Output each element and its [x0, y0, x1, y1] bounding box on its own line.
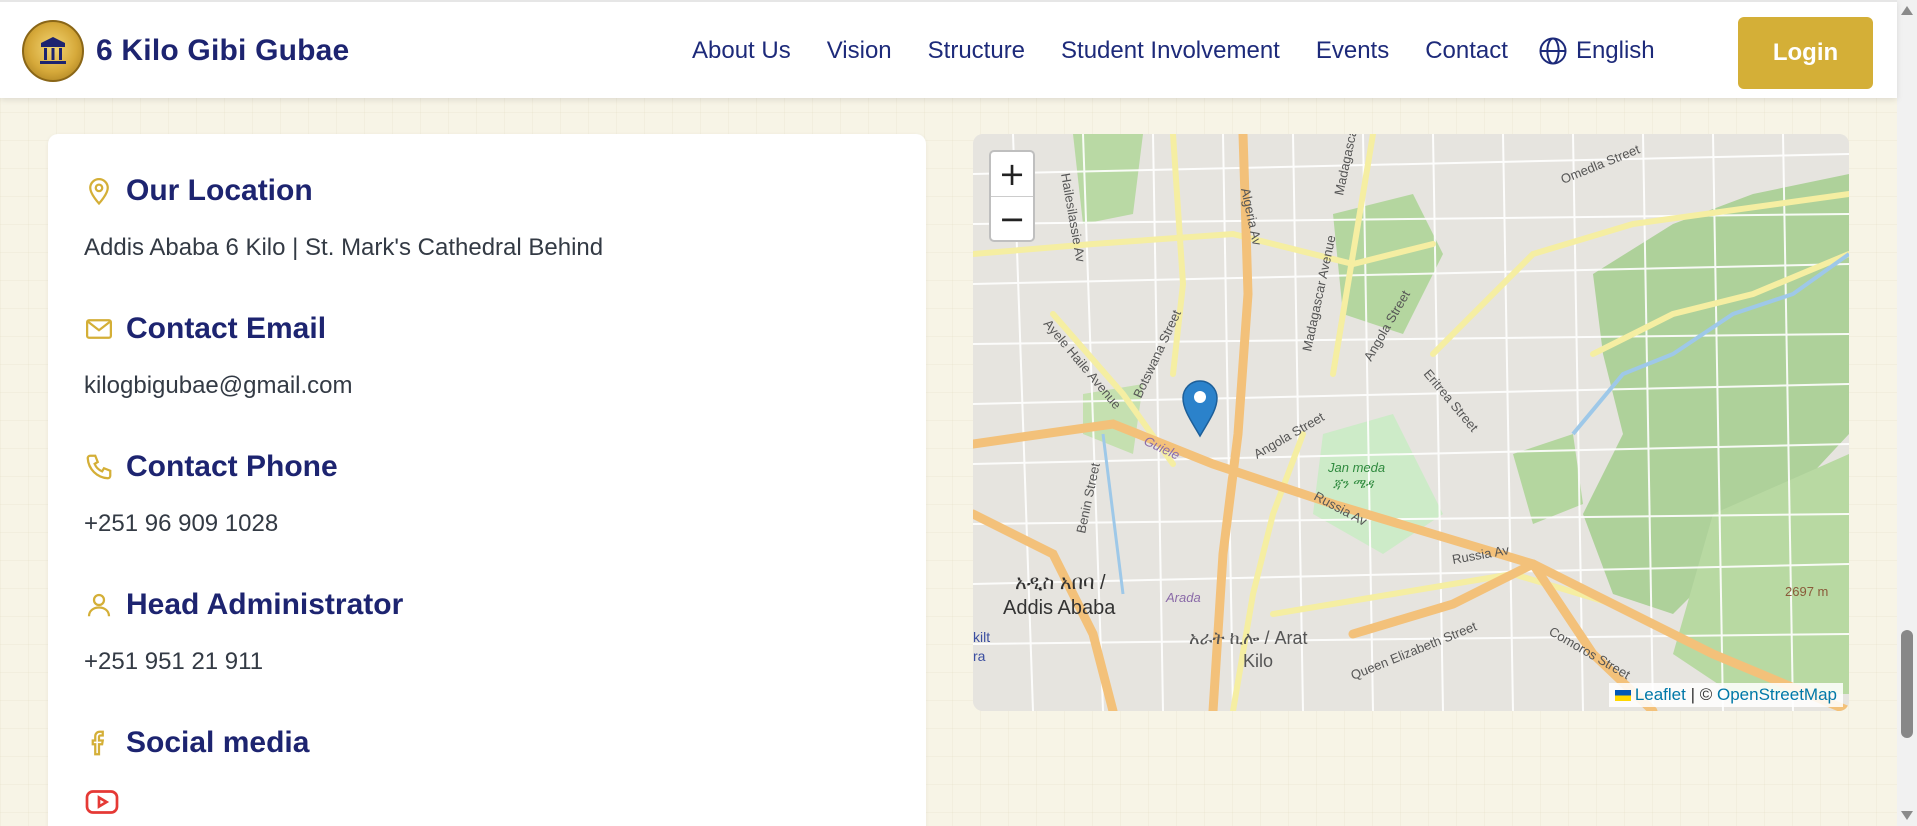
email-section: Contact Email kilogbigubae@gmail.com: [84, 312, 353, 400]
user-icon: [84, 590, 114, 620]
nav-contact[interactable]: Contact: [1425, 37, 1508, 65]
gubae-emblem-icon: [22, 20, 84, 82]
map-label: Kilo: [1243, 651, 1273, 671]
scroll-down-arrow-icon[interactable]: [1901, 811, 1913, 820]
map-pin-icon: [84, 176, 114, 206]
brand[interactable]: 6 Kilo Gibi Gubae: [22, 20, 349, 82]
map-label: ጃን ሜዳ: [1333, 476, 1375, 491]
nav-vision[interactable]: Vision: [827, 37, 892, 65]
social-title: Social media: [126, 726, 310, 759]
map-label: Jan meda: [1327, 460, 1385, 475]
ukraine-flag-icon: [1614, 690, 1631, 702]
phone-text[interactable]: +251 96 909 1028: [84, 510, 338, 538]
social-section: Social media: [84, 726, 309, 825]
location-title: Our Location: [126, 174, 313, 207]
phone-icon: [84, 452, 114, 482]
facebook-icon: [84, 728, 114, 758]
phone-title: Contact Phone: [126, 450, 338, 483]
openstreetmap-link[interactable]: OpenStreetMap: [1717, 685, 1837, 704]
language-label: English: [1575, 37, 1655, 64]
email-title: Contact Email: [126, 312, 327, 345]
scroll-thumb[interactable]: [1901, 630, 1913, 738]
zoom-in-button[interactable]: +: [991, 152, 1033, 196]
map-label: Addis Ababa: [1003, 597, 1116, 619]
map-label: አዲስ አበባ /: [1015, 572, 1106, 594]
map-label: 2697 m: [1785, 584, 1828, 599]
map-attribution: Leaflet | © OpenStreetMap: [1608, 683, 1843, 707]
map-label: ra: [973, 648, 986, 664]
phone-section: Contact Phone +251 96 909 1028: [84, 450, 338, 538]
login-button[interactable]: Login: [1738, 17, 1873, 89]
map-marker-icon[interactable]: [1180, 378, 1220, 438]
nav-links: About Us Vision Structure Student Involv…: [692, 2, 1655, 100]
map-tiles[interactable]: Hailesilassie Av Algeria Av Madagascar A…: [973, 134, 1849, 711]
page-scrollbar[interactable]: [1897, 0, 1917, 826]
nav-student-involvement[interactable]: Student Involvement: [1061, 37, 1280, 65]
map-label: Arada: [1165, 590, 1201, 605]
location-text: Addis Ababa 6 Kilo | St. Mark's Cathedra…: [84, 234, 604, 261]
map-label: kilt: [973, 629, 990, 645]
nav-about-us[interactable]: About Us: [692, 37, 791, 65]
admin-section: Head Administrator +251 951 21 911: [84, 588, 403, 676]
globe-icon: [1539, 37, 1567, 65]
zoom-controls: + −: [989, 150, 1035, 242]
scroll-up-arrow-icon[interactable]: [1901, 6, 1913, 15]
location-map[interactable]: Hailesilassie Av Algeria Av Madagascar A…: [973, 134, 1849, 711]
nav-events[interactable]: Events: [1316, 37, 1389, 65]
contact-info-card: Our Location Addis Ababa 6 Kilo | St. Ma…: [48, 134, 926, 826]
language-selector[interactable]: English: [1538, 36, 1655, 66]
location-section: Our Location Addis Ababa 6 Kilo | St. Ma…: [84, 174, 603, 262]
mail-icon: [84, 314, 114, 344]
attribution-separator: | ©: [1685, 685, 1717, 704]
admin-text[interactable]: +251 951 21 911: [84, 648, 403, 676]
youtube-icon[interactable]: [84, 784, 120, 820]
nav-structure[interactable]: Structure: [928, 37, 1025, 65]
email-text[interactable]: kilogbigubae@gmail.com: [84, 372, 353, 400]
map-label: አራት ኪሎ / Arat: [1189, 628, 1307, 648]
zoom-out-button[interactable]: −: [991, 196, 1033, 240]
brand-name: 6 Kilo Gibi Gubae: [96, 34, 350, 67]
admin-title: Head Administrator: [126, 588, 404, 621]
leaflet-link[interactable]: Leaflet: [1635, 685, 1686, 704]
top-navbar: 6 Kilo Gibi Gubae About Us Vision Struct…: [0, 0, 1897, 98]
